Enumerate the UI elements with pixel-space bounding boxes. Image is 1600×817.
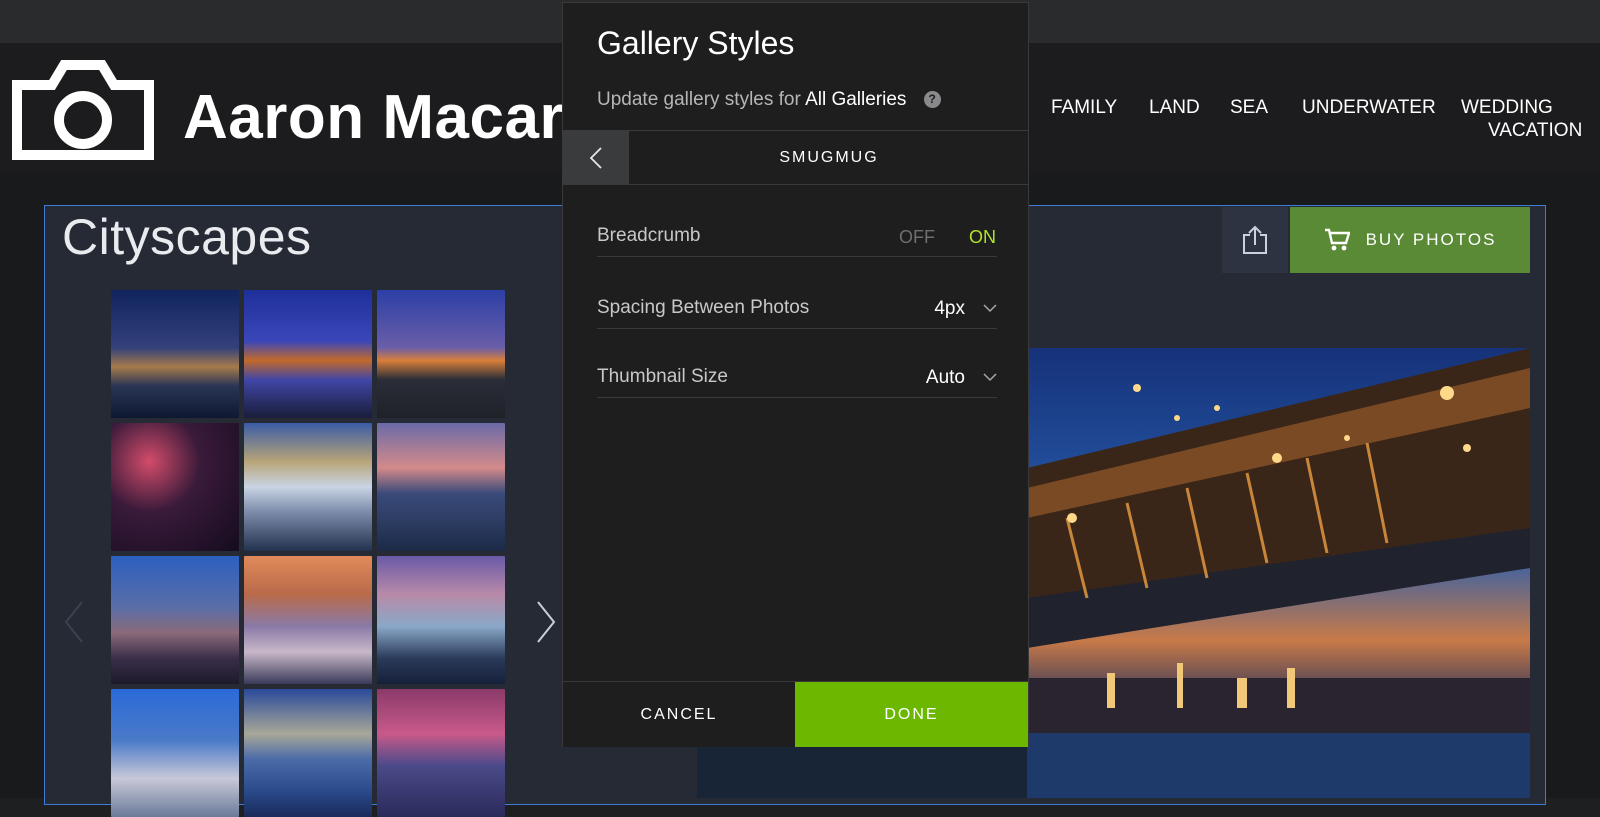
gallery-styles-dialog: Gallery Styles Update gallery styles for… [562,2,1029,747]
dialog-nav: SMUGMUG [563,130,1028,185]
thumbnail-size-select-value[interactable]: Auto [926,367,965,389]
chevron-left-icon[interactable] [64,600,84,644]
spacing-select-value[interactable]: 4px [934,298,965,320]
thumbnail[interactable] [244,556,372,684]
buy-photos-label: BUY PHOTOS [1365,230,1497,249]
share-button[interactable] [1222,207,1288,273]
thumbnail[interactable] [377,290,505,418]
nav-sea[interactable]: SEA [1230,97,1268,119]
camera-logo-icon[interactable] [12,60,154,160]
thumbnail[interactable] [377,423,505,551]
section-title: SMUGMUG [779,149,879,166]
subtitle-prefix: Update gallery styles for [597,89,801,110]
share-icon [1243,225,1267,254]
nav-family[interactable]: FAMILY [1051,97,1117,119]
dialog-title: Gallery Styles [597,25,795,61]
spacing-label: Spacing Between Photos [597,297,810,318]
nav-underwater[interactable]: UNDERWATER [1302,97,1436,119]
cancel-button[interactable]: CANCEL [563,682,795,747]
nav-vacation[interactable]: VACATION [1488,120,1582,142]
breadcrumb-row: Breadcrumb OFF ON [597,217,997,257]
chevron-down-icon[interactable] [983,372,997,382]
photo-strip [697,745,1027,798]
breadcrumb-off-toggle[interactable]: OFF [899,227,935,248]
buy-photos-button[interactable]: BUY PHOTOS [1290,207,1530,273]
thumbnail[interactable] [377,556,505,684]
breadcrumb-label: Breadcrumb [597,225,701,246]
hero-photo[interactable] [1027,348,1530,798]
chevron-left-icon [590,146,602,169]
site-title[interactable]: Aaron Macar [183,82,564,153]
dialog-footer: CANCEL DONE [563,681,1028,747]
thumbnail[interactable] [244,290,372,418]
thumbnail[interactable] [111,556,239,684]
spacing-row[interactable]: Spacing Between Photos 4px [597,289,997,329]
dialog-subtitle: Update gallery styles for All Galleries … [597,89,941,111]
nav-land[interactable]: LAND [1149,97,1200,119]
breadcrumb-on-toggle[interactable]: ON [969,227,996,248]
subtitle-target[interactable]: All Galleries [805,89,906,110]
thumbnail[interactable] [111,290,239,418]
thumbnail-size-row[interactable]: Thumbnail Size Auto [597,358,997,398]
cart-icon [1324,228,1350,251]
done-button[interactable]: DONE [795,682,1028,747]
thumbnail-size-label: Thumbnail Size [597,366,728,387]
help-icon[interactable]: ? [923,91,941,108]
thumbnail[interactable] [111,423,239,551]
chevron-down-icon[interactable] [983,303,997,313]
chevron-right-icon[interactable] [536,600,556,644]
gallery-title: Cityscapes [62,209,312,265]
back-button[interactable] [563,131,629,184]
nav-wedding[interactable]: WEDDING [1461,97,1553,119]
thumbnail[interactable] [244,423,372,551]
bridge-photo-image [1027,348,1530,798]
